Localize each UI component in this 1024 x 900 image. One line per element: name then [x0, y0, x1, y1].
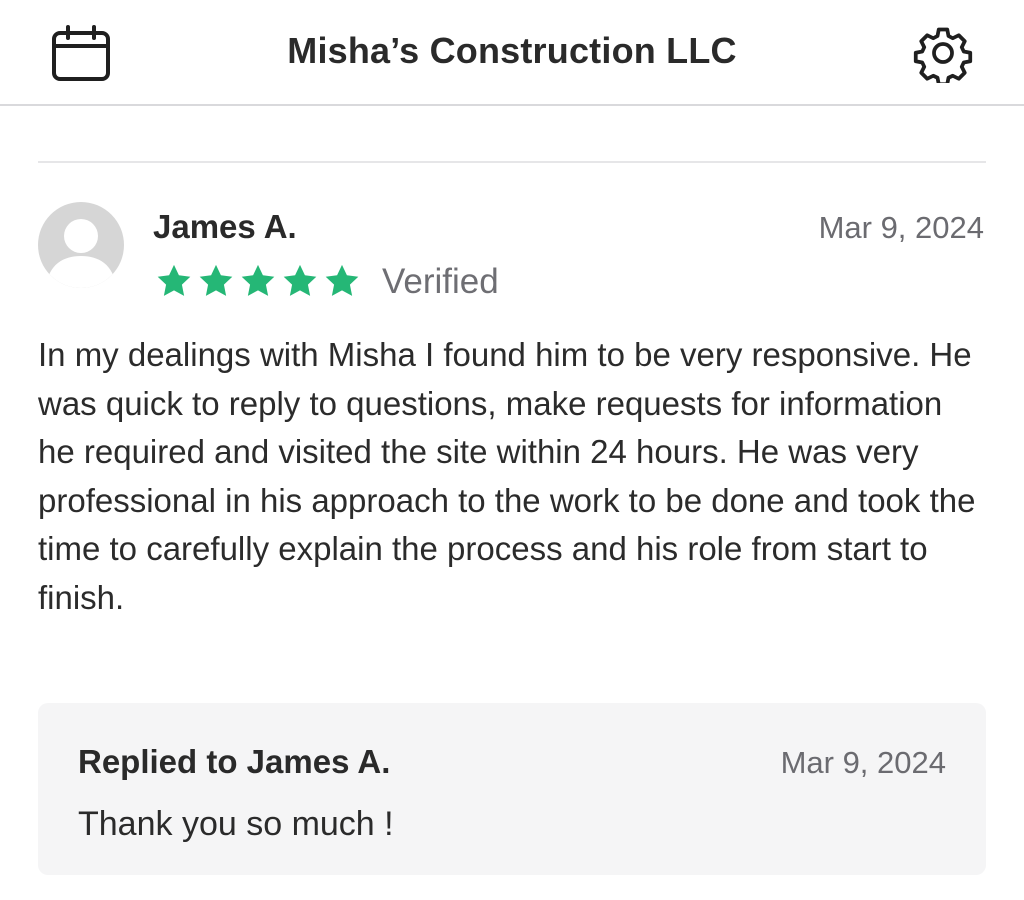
- star-icon: [199, 264, 233, 296]
- verified-label: Verified: [382, 262, 499, 301]
- reply-date: Mar 9, 2024: [780, 745, 946, 780]
- star-icon: [241, 264, 275, 296]
- top-app-bar: Misha’s Construction LLC: [0, 0, 1024, 106]
- review-date: Mar 9, 2024: [818, 210, 984, 245]
- user-silhouette-icon: [46, 219, 116, 288]
- avatar: [38, 202, 124, 288]
- reply-title: Replied to James A.: [78, 743, 391, 780]
- settings-button[interactable]: [912, 23, 974, 83]
- gear-icon: [912, 23, 974, 83]
- star-icon: [283, 264, 317, 296]
- reviewer-name[interactable]: James A.: [153, 208, 297, 246]
- star-icon: [157, 264, 191, 296]
- review-body: In my dealings with Misha I found him to…: [38, 336, 976, 616]
- section-divider: [38, 161, 986, 163]
- star-rating: [154, 262, 362, 300]
- reply-body: Thank you so much !: [78, 805, 394, 843]
- page-title: Misha’s Construction LLC: [287, 30, 737, 71]
- owner-reply: Replied to James A. Mar 9, 2024 Thank yo…: [38, 703, 986, 875]
- star-icon: [325, 264, 359, 296]
